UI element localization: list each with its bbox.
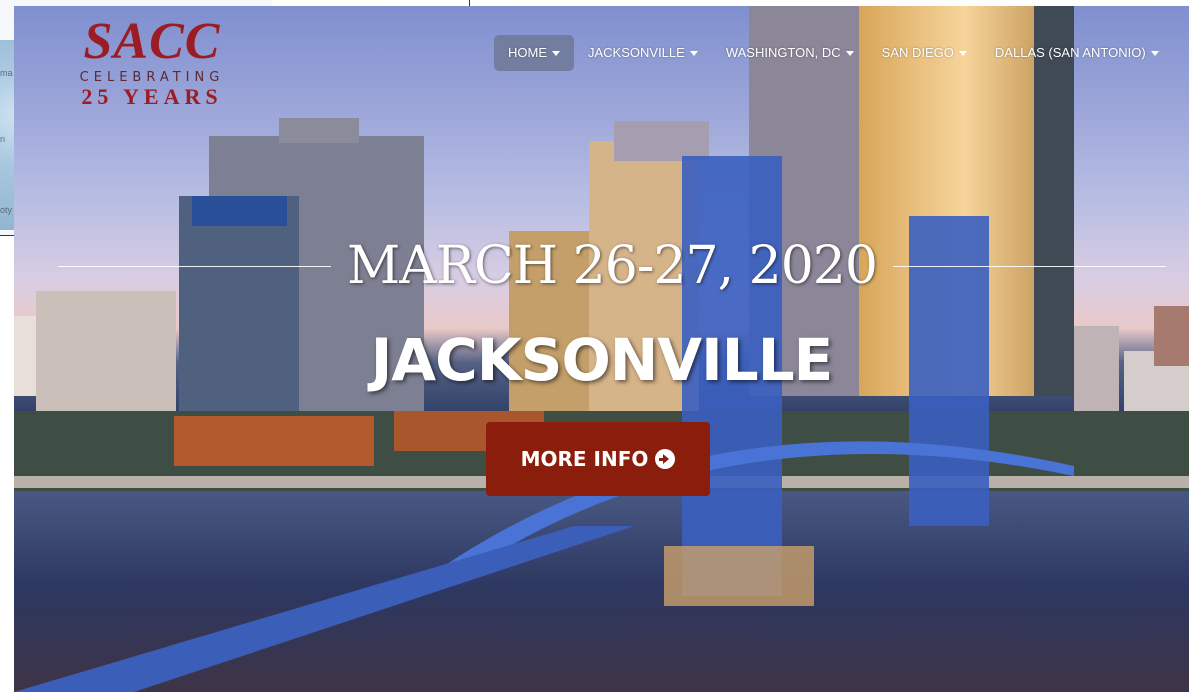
divider-rule-right	[892, 265, 1167, 267]
event-city-heading: JACKSONVILLE	[370, 326, 834, 394]
hero-banner: SACC CELEBRATING 25 YEARS HOME JACKSONVI…	[14, 6, 1189, 692]
logo-wordmark: SACC	[83, 13, 221, 70]
more-info-label: MORE INFO	[520, 447, 649, 471]
event-date: MARCH 26-27, 2020	[347, 236, 878, 296]
event-dateline: MARCH 26-27, 2020	[58, 236, 1167, 296]
nav-item-san-diego[interactable]: SAN DIEGO	[868, 35, 981, 71]
circle-arrow-right-icon	[655, 449, 676, 469]
sacc-logo[interactable]: SACC CELEBRATING 25 YEARS	[62, 13, 242, 109]
caret-down-icon	[689, 50, 698, 56]
main-navigation: HOME JACKSONVILLE WASHINGTON, DC SAN DIE…	[494, 35, 1173, 71]
nav-item-label: HOME	[508, 45, 547, 60]
background-text-snippet: oty	[0, 205, 13, 215]
nav-item-dallas[interactable]: DALLAS (SAN ANTONIO)	[981, 35, 1173, 71]
caret-down-icon	[552, 50, 560, 56]
caret-down-icon	[1150, 50, 1159, 56]
background-text-snippet: ma	[0, 68, 13, 78]
nav-item-label: SAN DIEGO	[881, 45, 954, 60]
more-info-button[interactable]: MORE INFO	[486, 422, 710, 496]
nav-item-jacksonville[interactable]: JACKSONVILLE	[574, 35, 712, 71]
logo-years: 25 YEARS	[81, 84, 223, 109]
nav-item-label: JACKSONVILLE	[588, 45, 685, 60]
nav-item-washington-dc[interactable]: WASHINGTON, DC	[712, 35, 868, 71]
caret-down-icon	[845, 50, 854, 56]
nav-item-label: WASHINGTON, DC	[725, 45, 841, 60]
divider-rule-left	[58, 265, 332, 267]
background-text-snippet: n	[0, 134, 6, 144]
caret-down-icon	[958, 50, 967, 56]
nav-item-label: DALLAS (SAN ANTONIO)	[994, 45, 1146, 60]
nav-item-home[interactable]: HOME	[494, 35, 574, 71]
